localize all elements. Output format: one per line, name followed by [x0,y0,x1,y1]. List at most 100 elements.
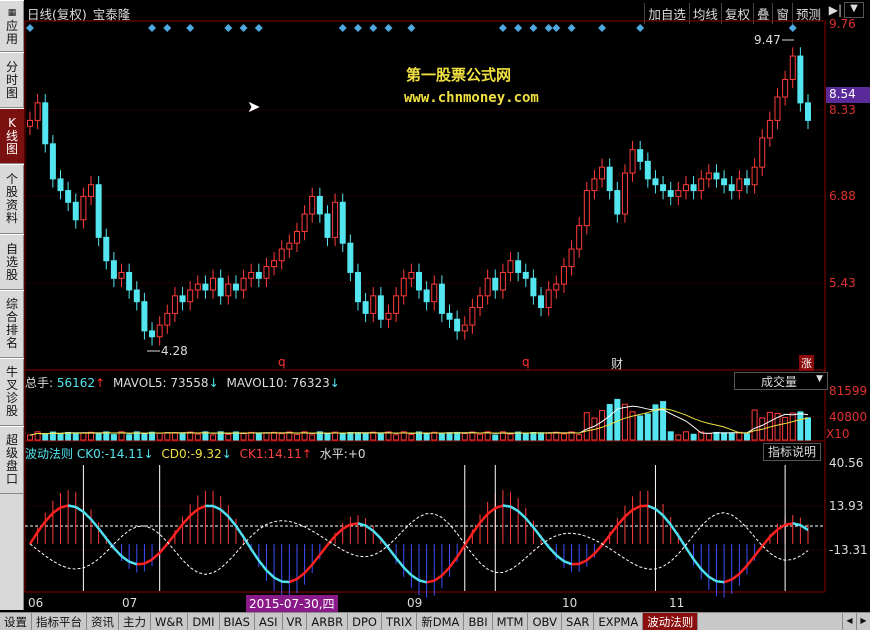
signal-diamond-row [26,24,797,32]
event-marker[interactable]: q [278,355,286,369]
candle-body [400,277,407,297]
volume-bar [461,433,468,441]
event-marker[interactable]: q [522,355,530,369]
signal-diamond [552,24,561,32]
signal-diamond [567,24,576,32]
tab-18[interactable]: 波动法则 [643,613,699,630]
candle-body [774,96,781,121]
price-axis-label: 6.88 [829,189,856,203]
signal-diamond [598,24,607,32]
tab-14[interactable]: MTM [493,613,529,630]
candle-body [72,201,79,221]
tab-6[interactable]: BIAS [220,613,255,630]
volume-bar [507,433,514,441]
volume-value: 56162 [56,376,96,390]
volume-indicator-select[interactable]: 成交量 ▼ [734,372,828,390]
indicator-axis-label: 13.93 [829,499,864,513]
candle-body [286,242,293,250]
price-axis-label: 9.76 [829,17,856,31]
volume-bar [263,432,270,441]
limit-up-marker[interactable]: 涨 [799,355,814,371]
volume-bar [477,433,484,441]
candle-body [27,119,33,127]
candle-body [629,149,636,174]
volume-bar [713,431,720,441]
candle-body [667,190,674,197]
candle-body [484,277,491,297]
volume-bar [393,434,400,441]
tab-5[interactable]: DMI [188,613,220,630]
volume-bar [72,432,79,441]
volume-bar [339,432,346,441]
candle-body [217,277,224,297]
volume-bar [721,432,728,441]
arrow-down-icon: ↓ [208,376,219,390]
candle-body [354,271,361,303]
candle-body [522,271,529,279]
date-axis-label: 07 [122,596,138,610]
tab-10[interactable]: DPO [348,613,382,630]
volume-bar [560,433,567,441]
signal-diamond [384,24,393,32]
signal-diamond [514,24,523,32]
candle-body [469,307,476,326]
volume-bar [614,398,621,441]
watermark-url: www.chnmoney.com [404,90,539,106]
arrow-up-icon: ↑ [301,447,312,461]
volume-bar [682,431,689,441]
tab-12[interactable]: 新DMA [417,613,465,630]
scroll-left-icon[interactable]: ◀ [842,613,856,630]
indicator-tab-bar: 设置 指标平台 资讯 主力 W&R DMI BIAS ASI VR ARBR DPO TRIX 新DMA… [0,612,870,630]
volume-bar [644,413,651,441]
signal-diamond [353,24,362,32]
candle-body [164,312,171,326]
tab-16[interactable]: SAR [562,613,595,630]
volume-bar [621,403,628,441]
volume-bar [782,417,789,441]
candle-body [766,119,773,139]
candle-body [149,330,156,338]
candle-body [560,266,567,285]
signal-diamond [369,24,378,32]
candle-body [324,213,331,238]
candle-body [530,277,537,297]
tab-3[interactable]: 主力 [119,613,151,630]
volume-bar [599,409,606,441]
tab-8[interactable]: VR [283,613,308,630]
volume-bar [637,415,644,441]
tab-15[interactable]: OBV [528,613,562,630]
candle-body [316,195,323,215]
candle-body [248,271,255,279]
candle-body [568,248,575,268]
scroll-right-icon[interactable]: ▶ [856,613,870,630]
candle-body [210,277,217,291]
tab-13[interactable]: BBI [464,613,493,630]
volume-bar [95,433,102,441]
indicator-help-button[interactable]: 指标说明 [763,443,821,461]
signal-diamond [26,24,34,32]
candle-body [454,318,461,332]
candle-body [675,190,682,197]
tab-0[interactable]: 设置 [0,613,32,630]
candle-body [431,283,438,303]
volume-bar [690,433,697,441]
tab-17[interactable]: EXPMA [594,613,644,630]
signal-diamond [498,24,507,32]
tab-11[interactable]: TRIX [382,613,418,630]
volume-bar [164,432,171,441]
candle-body [57,178,64,192]
volume-bar [492,434,499,441]
candle-body [606,166,613,192]
finance-marker[interactable]: 财 [611,355,623,372]
tab-7[interactable]: ASI [255,613,283,630]
tab-2[interactable]: 资讯 [87,613,119,630]
volume-bar [423,433,430,441]
tab-9[interactable]: ARBR [307,613,349,630]
candle-body [652,178,659,186]
volume-bar [210,434,217,441]
tab-4[interactable]: W&R [151,613,189,630]
volume-label: 总手: [25,376,54,390]
tab-1[interactable]: 指标平台 [32,613,87,630]
candle-body [95,184,102,238]
candle-body [393,295,400,314]
